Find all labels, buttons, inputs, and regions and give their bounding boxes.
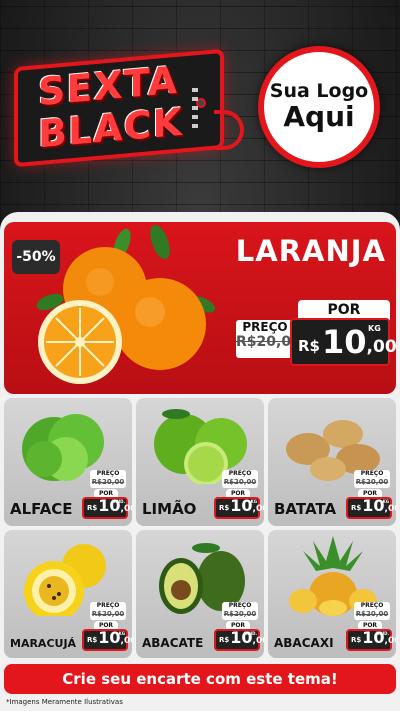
product-name: LIMÃO xyxy=(142,500,197,518)
product-name: MARACUJÁ xyxy=(10,637,77,650)
product-price-tag: PREÇOR$20,00PORR$10,00UNID. xyxy=(214,602,264,652)
product-price-tag: PREÇOR$20,00PORR$10,00KG xyxy=(82,602,132,652)
old-price-label: PREÇO xyxy=(96,470,120,477)
product-card[interactable]: ABACAXIPREÇOR$20,00PORR$10,00UNID. xyxy=(268,530,396,658)
old-price-value: R$20,00 xyxy=(355,610,389,618)
price-decimal: ,00 xyxy=(120,636,132,646)
product-card[interactable]: BATATAPREÇOR$20,00PORR$10,00KG xyxy=(268,398,396,526)
logo-line1: Sua Logo xyxy=(269,80,369,103)
logo-line2: Aqui xyxy=(283,100,355,134)
currency-symbol: R$ xyxy=(87,636,98,644)
old-price-value: R$20,00 xyxy=(223,610,257,618)
old-price-tag: PREÇO R$20,00 xyxy=(354,602,390,620)
price-unit: KG xyxy=(118,631,125,636)
old-price-value: R$20,00 xyxy=(355,478,389,486)
old-price-label: PREÇO xyxy=(228,470,252,477)
sexta-black-badge: SEXTA BLACK xyxy=(14,48,244,168)
old-price-value: R$20,00 xyxy=(91,478,125,486)
currency-symbol: R$ xyxy=(219,636,230,644)
price-integer: 10 xyxy=(322,323,367,361)
create-flyer-button[interactable]: Crie seu encarte com este tema! xyxy=(4,664,396,694)
discount-badge: -50% xyxy=(12,240,60,274)
old-price-tag: PREÇO R$20,00 xyxy=(222,602,258,620)
price-unit: UNID. xyxy=(112,499,125,504)
old-price-tag: PREÇO R$20,00 xyxy=(90,602,126,620)
old-price-label: PREÇO xyxy=(228,602,252,609)
old-price-tag: PREÇO R$20,00 xyxy=(354,470,390,488)
product-card[interactable]: ALFACEPREÇOR$20,00PORR$10,00UNID. xyxy=(4,398,132,526)
price-unit: KG xyxy=(368,324,381,333)
store-logo-placeholder: Sua Logo Aqui xyxy=(258,46,380,168)
price-decimal: ,00 xyxy=(366,337,397,357)
old-price-label: PREÇO xyxy=(360,602,384,609)
price-decimal: ,00 xyxy=(384,504,396,514)
old-price-tag: PREÇO R$20,00 xyxy=(222,470,258,488)
price-unit: UNID. xyxy=(244,631,257,636)
price-unit: KG xyxy=(250,499,257,504)
old-price-tag: PREÇO R$20,00 xyxy=(90,470,126,488)
currency-symbol: R$ xyxy=(219,504,230,512)
price-unit: UNID. xyxy=(376,631,389,636)
price-label: POR xyxy=(298,300,390,320)
hero-price-tag: PREÇO R$20,00 POR R$ 10 ,00 KG xyxy=(236,300,397,370)
hero-product-name: LARANJA xyxy=(235,234,386,268)
price-decimal: ,00 xyxy=(252,636,264,646)
old-price-value: R$20,00 xyxy=(223,478,257,486)
product-card[interactable]: MARACUJÁPREÇOR$20,00PORR$10,00KG xyxy=(4,530,132,658)
currency-symbol: R$ xyxy=(351,636,362,644)
product-name: BATATA xyxy=(274,500,337,518)
old-price-label: PREÇO xyxy=(242,320,288,334)
old-price-value: R$20,00 xyxy=(91,610,125,618)
badge-ribbon xyxy=(214,110,244,150)
old-price-value: R$20,00 xyxy=(236,334,301,350)
price-integer: 10 xyxy=(98,628,121,647)
price-decimal: ,00 xyxy=(120,504,132,514)
price-decimal: ,00 xyxy=(384,636,396,646)
price-integer: 10 xyxy=(230,496,253,515)
badge-barcode-dots xyxy=(192,88,198,128)
currency-symbol: R$ xyxy=(87,504,98,512)
product-card[interactable]: LIMÃOPREÇOR$20,00PORR$10,00KG xyxy=(136,398,264,526)
product-card[interactable]: ABACATEPREÇOR$20,00PORR$10,00UNID. xyxy=(136,530,264,658)
product-name: ABACAXI xyxy=(274,636,334,650)
price-decimal: ,00 xyxy=(252,504,264,514)
currency-symbol: R$ xyxy=(298,337,320,355)
product-price-tag: PREÇOR$20,00PORR$10,00UNID. xyxy=(346,602,396,652)
old-price-label: PREÇO xyxy=(360,470,384,477)
old-price-label: PREÇO xyxy=(96,602,120,609)
price-unit: KG xyxy=(382,499,389,504)
product-price-tag: PREÇOR$20,00PORR$10,00UNID. xyxy=(82,470,132,520)
product-name: ALFACE xyxy=(10,500,73,518)
product-price-tag: PREÇOR$20,00PORR$10,00KG xyxy=(214,470,264,520)
currency-symbol: R$ xyxy=(351,504,362,512)
disclaimer-text: *Imagens Meramente Ilustrativas xyxy=(6,698,123,706)
product-price-tag: PREÇOR$20,00PORR$10,00KG xyxy=(346,470,396,520)
price-integer: 10 xyxy=(362,496,385,515)
old-price-tag: PREÇO R$20,00 xyxy=(236,320,301,358)
product-name: ABACATE xyxy=(142,636,204,650)
